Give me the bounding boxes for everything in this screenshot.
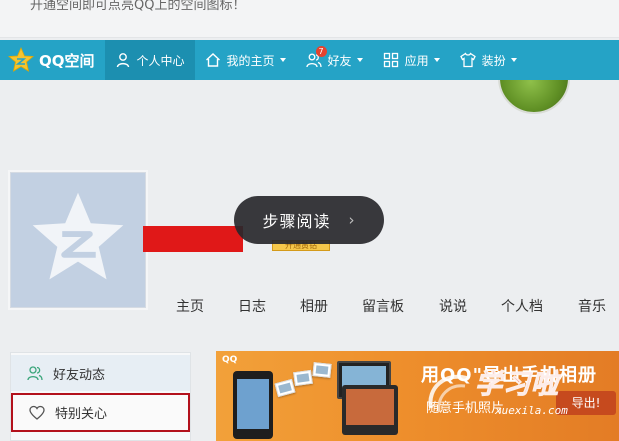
nav-friends[interactable]: 7 好友 (296, 40, 373, 80)
profile-tabs: 主页 日志 相册 留言板 说说 个人档 音乐 (160, 288, 619, 322)
banner-headline: 用QQ"导出手机相册 (421, 365, 597, 386)
default-avatar-star-icon (32, 192, 124, 280)
nav-my-homepage-label: 我的主页 (226, 53, 275, 68)
tab-guestbook[interactable]: 留言板 (362, 296, 404, 316)
sidebar-item-friend-feed[interactable]: 好友动态 (11, 355, 190, 391)
friends-icon-wrap: 7 (305, 46, 327, 68)
photo-thumb (293, 369, 313, 387)
phone-illustration (233, 371, 273, 439)
chevron-right-icon: › (348, 211, 356, 229)
redacted-username (143, 226, 243, 252)
banner-export-button[interactable]: 导出! (556, 391, 616, 415)
decor-plant-image (498, 80, 570, 114)
banner-subtext: 随意手机照片 (426, 401, 505, 416)
chevron-down-icon (356, 58, 363, 62)
brand-name: QQ空间 (39, 51, 95, 70)
avatar[interactable] (10, 172, 146, 308)
step-reading-button[interactable]: 步骤阅读 › (234, 196, 384, 244)
grid-icon (383, 52, 398, 68)
chevron-down-icon (510, 58, 517, 62)
tab-profile[interactable]: 个人档 (501, 296, 543, 316)
home-icon (205, 53, 220, 67)
tab-home[interactable]: 主页 (176, 296, 204, 316)
nav-my-homepage[interactable]: 我的主页 (195, 40, 296, 80)
heart-icon (29, 405, 45, 420)
tablet-illustration (342, 385, 398, 435)
brand-logo[interactable]: QQ空间 (0, 40, 105, 80)
photo-thumb (274, 378, 296, 398)
friends-notification-badge: 7 (315, 46, 327, 57)
sidebar-item-label: 特别关心 (55, 407, 108, 422)
sidebar-item-special-care[interactable]: 特别关心 (11, 393, 190, 432)
chevron-down-icon (433, 58, 440, 62)
main-navbar: QQ空间 个人中心 我的主页 7 好友 应用 装扮 (0, 40, 619, 80)
top-notice-bar: 开通空间即可点亮QQ上的空间图标！ (0, 0, 619, 38)
nav-apps-label: 应用 (404, 53, 429, 68)
shirt-icon (459, 52, 476, 68)
nav-personal-center-label: 个人中心 (136, 53, 185, 68)
person-icon (116, 53, 129, 68)
nav-decorate[interactable]: 装扮 (450, 40, 527, 80)
friends-outline-icon (27, 366, 43, 381)
tab-blog[interactable]: 日志 (238, 296, 266, 316)
sidebar-item-label: 好友动态 (53, 367, 106, 383)
nav-decorate-label: 装扮 (481, 53, 506, 68)
qzone-star-icon (8, 47, 34, 72)
tab-album[interactable]: 相册 (300, 296, 328, 316)
nav-personal-center[interactable]: 个人中心 (104, 40, 195, 80)
banner-qq-logo: QQ (222, 355, 238, 365)
step-reading-label: 步骤阅读 (262, 212, 331, 231)
chevron-down-icon (279, 58, 286, 62)
top-notice-text: 开通空间即可点亮QQ上的空间图标！ (30, 0, 246, 13)
tab-shuoshuo[interactable]: 说说 (439, 296, 467, 316)
photo-thumb (312, 362, 332, 378)
tab-music[interactable]: 音乐 (578, 296, 606, 316)
sidebar: 好友动态 特别关心 (10, 352, 191, 441)
nav-apps[interactable]: 应用 (373, 40, 450, 80)
nav-friends-label: 好友 (327, 53, 352, 68)
promo-banner[interactable]: QQ 用QQ"导出手机相册 随意手机照片 导出! (216, 351, 619, 441)
